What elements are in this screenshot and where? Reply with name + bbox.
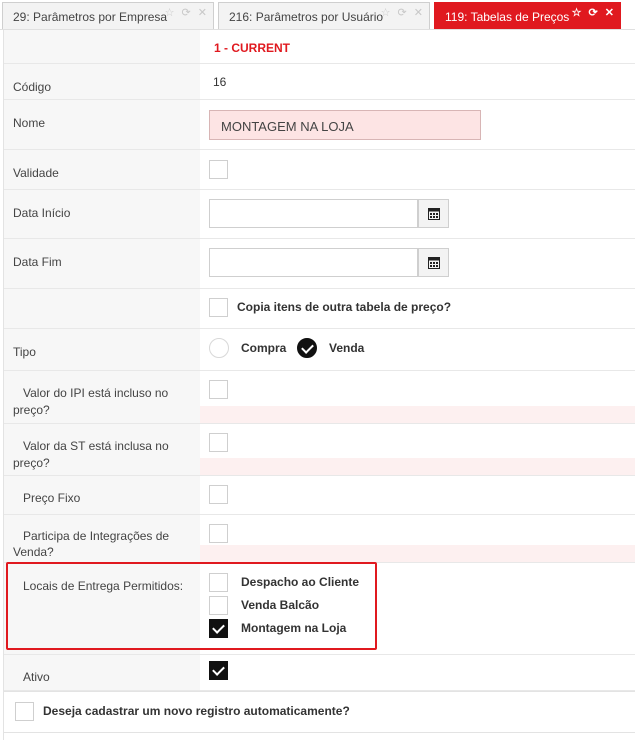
copia-checkbox[interactable] xyxy=(209,298,228,317)
tipo-venda-label: Venda xyxy=(329,341,365,355)
calendar-icon[interactable] xyxy=(418,199,449,228)
data-inicio-label: Data Início xyxy=(13,206,71,220)
integracoes-row: Participa de Integrações de Venda? xyxy=(4,515,635,563)
locais-row: Locais de Entrega Permitidos: Despacho a… xyxy=(4,563,635,655)
data-fim-label: Data Fim xyxy=(13,255,62,269)
data-fim-row: Data Fim xyxy=(4,239,635,289)
tab-label: 216: Parâmetros por Usuário xyxy=(229,10,384,24)
status-row: 1 - CURRENT xyxy=(4,30,635,64)
st-label: Valor da ST está inclusa no xyxy=(23,439,169,453)
tipo-row: Tipo Compra Venda xyxy=(4,329,635,371)
tab-actions-icon[interactable]: ☆ ⟳ ✕ xyxy=(165,6,209,19)
preco-fixo-label: Preço Fixo xyxy=(23,491,81,505)
tipo-label: Tipo xyxy=(13,345,36,359)
preco-fixo-checkbox[interactable] xyxy=(209,485,228,504)
locais-montagem-checkbox[interactable] xyxy=(209,619,228,638)
tab-tabelas-precos[interactable]: 119: Tabelas de Preços ☆ ⟳ ✕ xyxy=(434,2,621,29)
validade-row: Validade xyxy=(4,150,635,190)
integracoes-checkbox[interactable] xyxy=(209,524,228,543)
ativo-checkbox[interactable] xyxy=(209,661,228,680)
data-fim-input[interactable] xyxy=(209,248,418,277)
ipi-label-line2: preço? xyxy=(13,403,50,417)
st-checkbox[interactable] xyxy=(209,433,228,452)
tab-parametros-usuario[interactable]: 216: Parâmetros por Usuário ☆ ⟳ ✕ xyxy=(218,2,430,29)
nome-input[interactable]: MONTAGEM NA LOJA xyxy=(209,110,481,140)
tab-actions-icon[interactable]: ☆ ⟳ ✕ xyxy=(572,6,616,19)
locais-despacho-label: Despacho ao Cliente xyxy=(241,575,360,589)
auto-register-row: Deseja cadastrar um novo registro automa… xyxy=(4,691,635,733)
tipo-compra-radio[interactable] xyxy=(209,338,229,358)
st-label-line2: preço? xyxy=(13,456,50,470)
tab-actions-icon[interactable]: ☆ ⟳ ✕ xyxy=(381,6,425,19)
calendar-icon[interactable] xyxy=(418,248,449,277)
codigo-row: Código 16 xyxy=(4,64,635,100)
nome-input-value: MONTAGEM NA LOJA xyxy=(221,119,354,134)
integracoes-label-line2: Venda? xyxy=(13,545,54,559)
copia-label: Copia itens de outra tabela de preço? xyxy=(237,300,452,314)
validade-label: Validade xyxy=(13,166,59,180)
status-text: 1 - CURRENT xyxy=(214,41,291,55)
locais-montagem-label: Montagem na Loja xyxy=(241,621,347,635)
copia-row: Copia itens de outra tabela de preço? xyxy=(4,289,635,329)
codigo-label: Código xyxy=(13,80,52,94)
data-inicio-input[interactable] xyxy=(209,199,418,228)
ipi-label: Valor do IPI está incluso no xyxy=(23,386,169,400)
validade-checkbox[interactable] xyxy=(209,160,228,179)
data-inicio-row: Data Início xyxy=(4,190,635,239)
integracoes-label: Participa de Integrações de xyxy=(23,529,170,543)
nome-label: Nome xyxy=(13,116,46,130)
ipi-row: Valor do IPI está incluso no preço? xyxy=(4,371,635,424)
ativo-row: Ativo xyxy=(4,655,635,691)
codigo-value: 16 xyxy=(213,75,227,89)
ativo-label: Ativo xyxy=(23,670,50,684)
price-table-form: 1 - CURRENT Código 16 Nome MONTAGEM NA L… xyxy=(3,30,635,740)
auto-register-checkbox[interactable] xyxy=(15,702,34,721)
locais-despacho-checkbox[interactable] xyxy=(209,573,228,592)
locais-label: Locais de Entrega Permitidos: xyxy=(23,579,184,593)
preco-fixo-row: Preço Fixo xyxy=(4,476,635,515)
locais-balcao-checkbox[interactable] xyxy=(209,596,228,615)
tab-label: 119: Tabelas de Preços xyxy=(445,10,570,24)
tab-bar: 29: Parâmetros por Empresa ☆ ⟳ ✕ 216: Pa… xyxy=(0,0,635,30)
tab-parametros-empresa[interactable]: 29: Parâmetros por Empresa ☆ ⟳ ✕ xyxy=(2,2,214,29)
nome-row: Nome MONTAGEM NA LOJA xyxy=(4,100,635,150)
tab-label: 29: Parâmetros por Empresa xyxy=(13,10,168,24)
auto-register-label: Deseja cadastrar um novo registro automa… xyxy=(43,704,350,718)
st-row: Valor da ST está inclusa no preço? xyxy=(4,424,635,476)
tipo-compra-label: Compra xyxy=(241,341,287,355)
tipo-venda-radio[interactable] xyxy=(297,338,317,358)
ipi-checkbox[interactable] xyxy=(209,380,228,399)
locais-balcao-label: Venda Balcão xyxy=(241,598,320,612)
